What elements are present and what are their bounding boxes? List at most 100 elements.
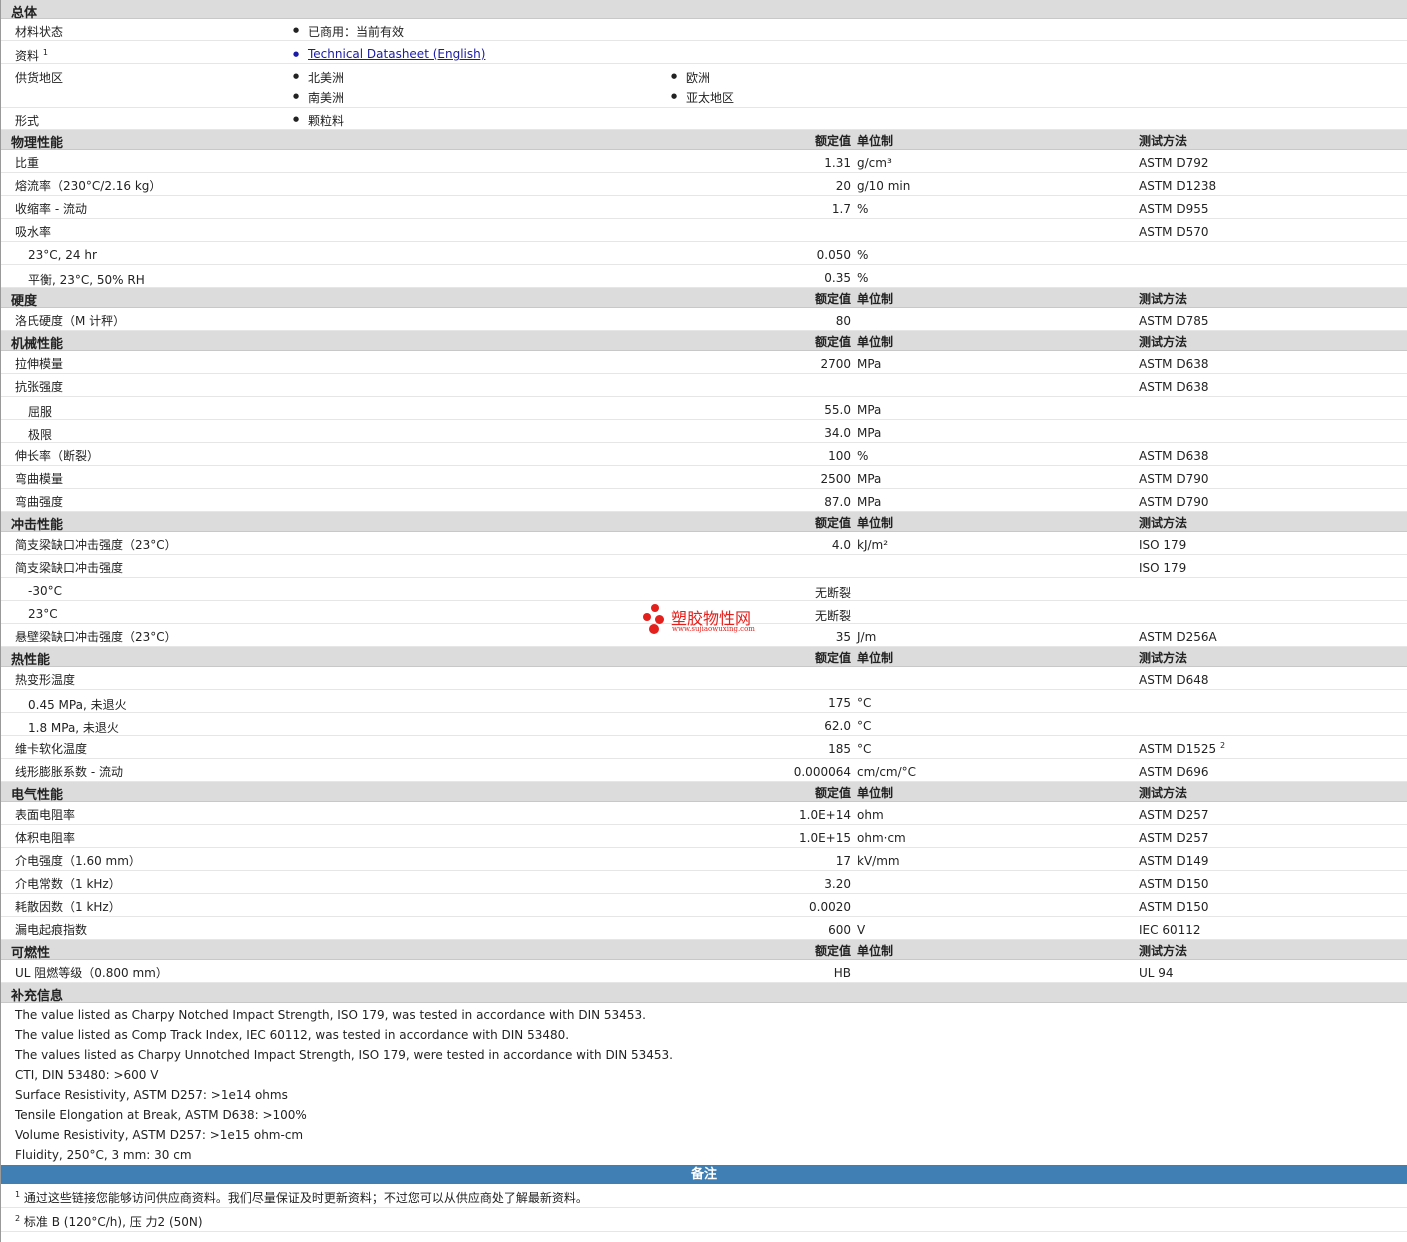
test-method: ASTM D150 <box>1139 900 1209 914</box>
region-item: 欧洲 <box>671 69 710 86</box>
table-row: 表面电阻率 1.0E+14 ohm ASTM D257 <box>1 802 1407 825</box>
supplement-line: The value listed as Charpy Notched Impac… <box>15 1008 646 1022</box>
property-value: 185 <box>828 742 851 756</box>
property-label: 表面电阻率 <box>15 808 76 822</box>
column-header-unit: 单位制 <box>857 651 894 665</box>
property-label: 介电强度（1.60 mm） <box>15 854 141 868</box>
property-label: 熔流率（230°C/2.16 kg） <box>15 179 162 193</box>
column-header-unit: 单位制 <box>857 134 894 148</box>
table-row: 收缩率 - 流动 1.7% ASTM D955 <box>1 196 1407 219</box>
property-label: 漏电起痕指数 <box>15 923 88 937</box>
property-value: 1.31 <box>824 156 851 170</box>
property-value: 3.20 <box>824 877 851 891</box>
test-method: ASTM D696 <box>1139 765 1209 779</box>
table-row: 比重 1.31 g/cm³ ASTM D792 <box>1 150 1407 173</box>
region-item: 亚太地区 <box>671 89 734 106</box>
property-label: 平衡, 23°C, 50% RH <box>28 273 145 287</box>
test-method: ASTM D257 <box>1139 808 1209 822</box>
note-number: 2 <box>15 1214 21 1223</box>
property-value: 2700 <box>820 357 851 371</box>
section-header: 热性能 额定值 单位制 测试方法 <box>1 647 1407 668</box>
section-title: 冲击性能 <box>11 518 64 533</box>
watermark-en: www.sujiaowuxing.com <box>672 625 755 633</box>
test-method: ASTM D792 <box>1139 156 1209 170</box>
table-row: UL 阻燃等级（0.800 mm） HB UL 94 <box>1 960 1407 983</box>
property-label: 0.45 MPa, 未退火 <box>28 698 127 712</box>
property-label: 收缩率 - 流动 <box>15 202 87 216</box>
row-label: 形式 <box>15 114 40 128</box>
row-label: 资料 1 <box>15 48 48 64</box>
property-value: 17 <box>835 854 851 868</box>
table-row: 简支梁缺口冲击强度 ISO 179 <box>1 555 1407 578</box>
property-label: 悬壁梁缺口冲击强度（23°C） <box>15 630 177 644</box>
property-label: 抗张强度 <box>15 380 64 394</box>
supplement-line: Fluidity, 250°C, 3 mm: 30 cm <box>15 1148 192 1162</box>
test-method: ASTM D638 <box>1139 380 1209 394</box>
property-unit: °C <box>857 719 872 733</box>
watermark-logo: 塑胶物性网 www.sujiaowuxing.com <box>643 604 773 638</box>
column-header-unit: 单位制 <box>857 944 894 958</box>
property-label: 洛氏硬度（M 计秤） <box>15 314 126 328</box>
property-unit: % <box>857 449 869 463</box>
property-value: 1.0E+14 <box>799 808 851 822</box>
property-label: 吸水率 <box>15 225 52 239</box>
section-supplement-header: 补充信息 <box>1 983 1407 1004</box>
property-unit: g/cm³ <box>857 156 892 170</box>
property-value: 100 <box>828 449 851 463</box>
property-unit: ohm <box>857 808 884 822</box>
test-method: IEC 60112 <box>1139 923 1201 937</box>
table-row: 极限 34.0 MPa <box>1 420 1407 443</box>
table-row: 耗散因数（1 kHz） 0.0020 ASTM D150 <box>1 894 1407 917</box>
column-header-value: 额定值 <box>814 134 851 148</box>
note-number: 1 <box>15 1190 21 1199</box>
row-form: 形式 颗粒料 <box>1 108 1407 130</box>
table-row: 介电常数（1 kHz） 3.20 ASTM D150 <box>1 871 1407 894</box>
section-header: 冲击性能 额定值 单位制 测试方法 <box>1 512 1407 533</box>
property-value: 80 <box>835 314 851 328</box>
supplement-line: Surface Resistivity, ASTM D257: >1e14 oh… <box>15 1088 288 1102</box>
column-header-value: 额定值 <box>814 516 851 530</box>
property-unit: V <box>857 923 866 937</box>
row-label: 材料状态 <box>15 25 64 39</box>
datasheet: 总体 材料状态 已商用：当前有效 资料 1 Technical Datashee… <box>0 0 1407 1242</box>
property-label: 1.8 MPa, 未退火 <box>28 721 119 735</box>
row-regions: 供货地区 北美洲 欧洲 南美洲 亚太地区 <box>1 64 1407 108</box>
row-label: 供货地区 <box>15 71 64 85</box>
property-label: 线形膨胀系数 - 流动 <box>15 765 123 779</box>
table-row: 熔流率（230°C/2.16 kg） 20 g/10 min ASTM D1238 <box>1 173 1407 196</box>
column-header-value: 额定值 <box>814 651 851 665</box>
property-unit: J/m <box>857 630 877 644</box>
property-unit: MPa <box>857 472 882 486</box>
property-label: 简支梁缺口冲击强度（23°C） <box>15 538 177 552</box>
column-header-value: 额定值 <box>814 786 851 800</box>
property-value: 无断裂 <box>814 586 851 600</box>
test-method: ASTM D1238 <box>1139 179 1217 193</box>
footnote-ref: 1 <box>42 48 48 57</box>
section-title: 热性能 <box>11 653 51 668</box>
section-general-header: 总体 <box>1 0 1407 21</box>
test-method: ISO 179 <box>1139 538 1187 552</box>
property-value: 0.000064 <box>793 765 851 779</box>
property-unit: MPa <box>857 403 882 417</box>
supplement-line: Volume Resistivity, ASTM D257: >1e15 ohm… <box>15 1128 304 1142</box>
test-method: ASTM D257 <box>1139 831 1209 845</box>
test-method: ASTM D648 <box>1139 673 1209 687</box>
property-label: 体积电阻率 <box>15 831 76 845</box>
section-title: 可燃性 <box>11 946 51 961</box>
technical-datasheet-link[interactable]: Technical Datasheet (English) <box>293 47 485 61</box>
column-header-value: 额定值 <box>814 944 851 958</box>
property-value: 62.0 <box>824 719 851 733</box>
column-header-unit: 单位制 <box>857 292 894 306</box>
column-header-unit: 单位制 <box>857 786 894 800</box>
column-header-method: 测试方法 <box>1139 944 1188 958</box>
table-row: -30°C 无断裂 <box>1 578 1407 601</box>
section-header: 电气性能 额定值 单位制 测试方法 <box>1 782 1407 803</box>
section-header: 硬度 额定值 单位制 测试方法 <box>1 288 1407 309</box>
test-method: ASTM D955 <box>1139 202 1209 216</box>
notes-header: 备注 <box>1 1165 1407 1184</box>
test-method: ISO 179 <box>1139 561 1187 575</box>
property-unit: °C <box>857 742 872 756</box>
table-row: 漏电起痕指数 600 V IEC 60112 <box>1 917 1407 940</box>
property-label: 屈服 <box>28 405 53 419</box>
test-method: ASTM D149 <box>1139 854 1209 868</box>
